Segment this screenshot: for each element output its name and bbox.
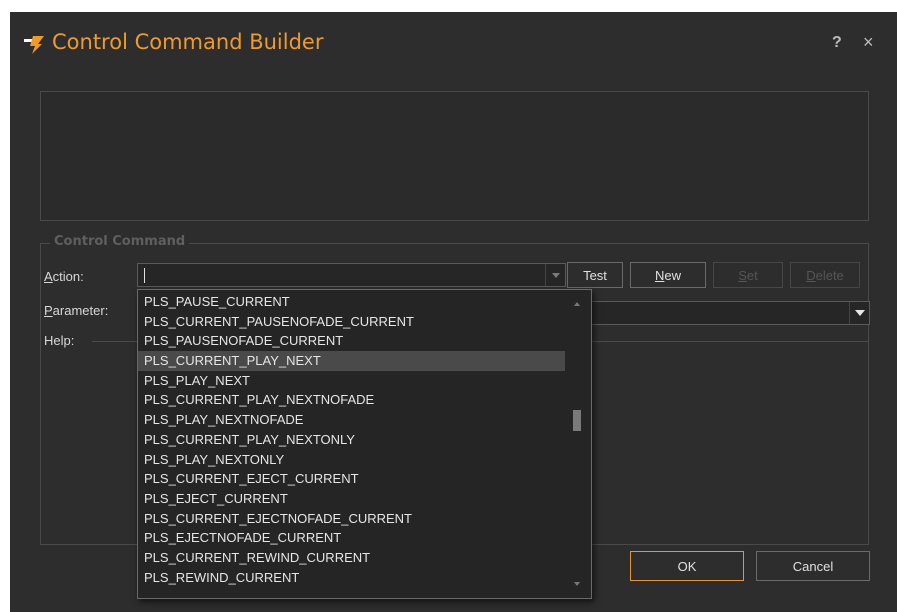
ok-button[interactable]: OK [630,551,744,581]
dropdown-option[interactable]: PLS_CURRENT_PLAY_NEXTONLY [138,430,566,450]
parameter-label: Parameter: [44,303,109,318]
parameter-combobox[interactable] [590,301,870,325]
dropdown-option[interactable]: PLS_CURRENT_PAUSENOFADE_CURRENT [138,312,566,332]
action-combobox[interactable] [137,263,566,287]
help-label: Help: [44,333,75,348]
dropdown-option[interactable]: PLS_CURRENT_PLAY_NEXT [138,351,566,371]
scroll-thumb[interactable] [573,410,581,432]
action-dropdown-button[interactable] [545,264,565,286]
dropdown-option[interactable]: PLS_CURRENT_EJECTNOFADE_CURRENT [138,509,566,529]
dropdown-option[interactable]: PLS_CURRENT_PLAY_NEXTNOFADE [138,390,566,410]
dropdown-options: PLS_PAUSE_CURRENT PLS_CURRENT_PAUSENOFADE… [138,292,566,587]
dropdown-option[interactable]: PLS_EJECT_CURRENT [138,489,566,509]
parameter-dropdown-button[interactable] [849,302,869,324]
chevron-down-icon [854,310,865,316]
set-button[interactable]: Set [713,262,783,288]
dialog-title: Control Command Builder [52,30,324,54]
action-label: Action: [44,269,84,284]
cancel-button[interactable]: Cancel [756,551,870,581]
chevron-down-icon [551,272,560,278]
test-button[interactable]: Test [567,262,623,288]
scroll-up-icon[interactable] [574,302,580,306]
group-legend: Control Command [50,234,190,249]
dropdown-option[interactable]: PLS_CURRENT_EJECT_CURRENT [138,469,566,489]
new-button[interactable]: New [630,262,706,288]
dropdown-option[interactable]: PLS_REWIND_CURRENT [138,568,566,588]
control-command-builder-dialog: Control Command Builder ? × Control Comm… [10,12,897,612]
dropdown-option[interactable]: PLS_PLAY_NEXT [138,371,566,391]
scroll-down-icon[interactable] [574,582,580,586]
command-icon [24,36,44,54]
close-button[interactable]: × [863,32,874,53]
dropdown-option[interactable]: PLS_PAUSENOFADE_CURRENT [138,331,566,351]
delete-button[interactable]: Delete [790,262,860,288]
text-caret [144,268,145,283]
dropdown-scrollbar[interactable] [565,290,591,598]
help-button[interactable]: ? [832,34,842,52]
dropdown-option[interactable]: PLS_CURRENT_REWIND_CURRENT [138,548,566,568]
dropdown-option[interactable]: PLS_PLAY_NEXTNOFADE [138,410,566,430]
action-dropdown-list[interactable]: PLS_PAUSE_CURRENT PLS_CURRENT_PAUSENOFADE… [137,289,592,599]
command-preview-area[interactable] [40,91,869,221]
dropdown-option[interactable]: PLS_EJECTNOFADE_CURRENT [138,528,566,548]
dropdown-option[interactable]: PLS_PAUSE_CURRENT [138,292,566,312]
dropdown-option[interactable]: PLS_PLAY_NEXTONLY [138,450,566,470]
